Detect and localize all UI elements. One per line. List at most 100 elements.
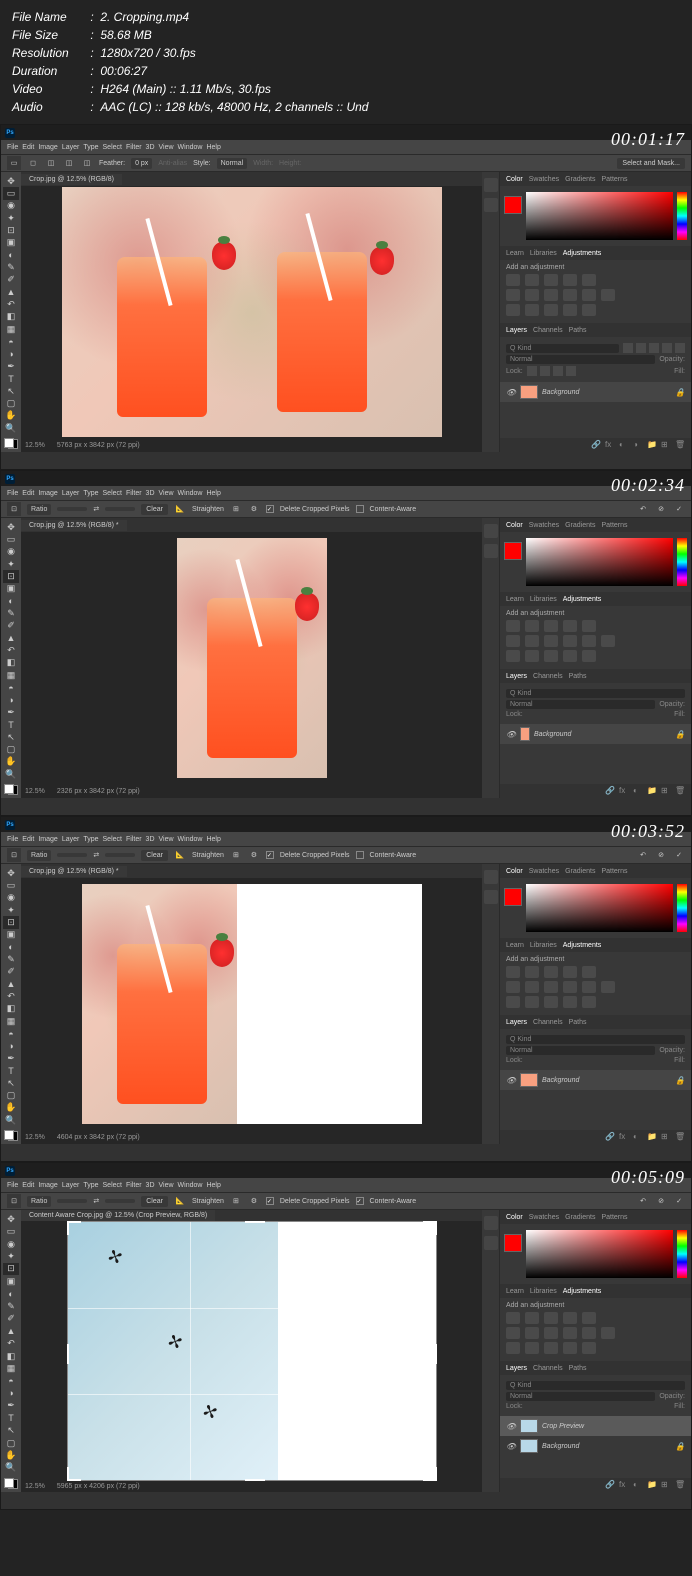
frame-tool-icon[interactable]: ▣: [3, 237, 19, 249]
stamp-tool-icon[interactable]: ▲: [3, 632, 19, 644]
ratio-dropdown[interactable]: Ratio: [27, 850, 51, 861]
menu-type[interactable]: Type: [83, 144, 98, 151]
color-swatch[interactable]: [4, 438, 18, 449]
zoom-level[interactable]: 12.5%: [25, 1483, 45, 1490]
menu-edit[interactable]: Edit: [22, 490, 34, 497]
swap-icon[interactable]: ⇄: [93, 851, 99, 859]
eyedropper-tool-icon[interactable]: ◐: [3, 249, 19, 261]
color-picker[interactable]: [526, 1230, 673, 1278]
width-input[interactable]: [57, 853, 87, 857]
layer-kind-dropdown[interactable]: Q Kind: [506, 344, 619, 353]
delete-cropped-checkbox[interactable]: [266, 851, 274, 859]
wand-tool-icon[interactable]: ✦: [3, 212, 19, 224]
overlay-icon[interactable]: ⊞: [230, 503, 242, 515]
panel-button-icon[interactable]: [484, 544, 498, 558]
menu-edit[interactable]: Edit: [22, 836, 34, 843]
layer-thumbnail-icon[interactable]: [520, 1419, 538, 1433]
straighten-icon[interactable]: 📐: [174, 1195, 186, 1207]
posterize-adjust-icon[interactable]: [525, 304, 539, 316]
fx-icon[interactable]: fx: [605, 440, 615, 450]
layer-thumbnail-icon[interactable]: [520, 385, 538, 399]
path-select-icon[interactable]: ↖: [3, 1424, 19, 1436]
frame-tool-icon[interactable]: ▣: [3, 583, 19, 595]
clear-button[interactable]: Clear: [141, 504, 168, 515]
selection-sub-icon[interactable]: ◫: [63, 157, 75, 169]
menu-window[interactable]: Window: [178, 836, 203, 843]
adjust-icon[interactable]: [506, 650, 520, 662]
lasso-tool-icon[interactable]: ◉: [3, 546, 19, 558]
healing-tool-icon[interactable]: ✎: [3, 953, 19, 965]
shape-tool-icon[interactable]: ▢: [3, 743, 19, 755]
paths-tab[interactable]: Paths: [569, 327, 587, 334]
stamp-tool-icon[interactable]: ▲: [3, 1325, 19, 1337]
zoom-tool-icon[interactable]: 🔍: [3, 1114, 19, 1126]
adjust-icon[interactable]: [563, 1342, 577, 1354]
adjust-icon[interactable]: [525, 1327, 539, 1339]
menu-view[interactable]: View: [159, 836, 174, 843]
swatches-tab[interactable]: Swatches: [529, 868, 559, 875]
gradients-tab[interactable]: Gradients: [565, 1214, 595, 1221]
selection-new-icon[interactable]: ◻: [27, 157, 39, 169]
menu-3d[interactable]: 3D: [146, 1182, 155, 1189]
marquee-tool-icon[interactable]: ▭: [3, 879, 19, 891]
path-select-icon[interactable]: ↖: [3, 1077, 19, 1089]
adjustments-tab[interactable]: Adjustments: [563, 1288, 602, 1295]
menu-type[interactable]: Type: [83, 836, 98, 843]
layer-thumbnail-icon[interactable]: [520, 727, 530, 741]
color-picker[interactable]: [526, 192, 673, 240]
panel-button-icon[interactable]: [484, 1216, 498, 1230]
hand-tool-icon[interactable]: ✋: [3, 1449, 19, 1461]
adjust-icon[interactable]: [525, 635, 539, 647]
history-brush-icon[interactable]: ↶: [3, 990, 19, 1002]
menu-select[interactable]: Select: [103, 1182, 122, 1189]
menu-edit[interactable]: Edit: [22, 1182, 34, 1189]
eraser-tool-icon[interactable]: ◧: [3, 1003, 19, 1015]
adjust-icon[interactable]: [563, 635, 577, 647]
adjustments-tab[interactable]: Adjustments: [563, 942, 602, 949]
color-tab[interactable]: Color: [506, 868, 523, 875]
document-tab[interactable]: Crop.jpg @ 12.5% (RGB/8): [21, 174, 122, 185]
shape-tool-icon[interactable]: ▢: [3, 1437, 19, 1449]
layer-kind-dropdown[interactable]: Q Kind: [506, 1381, 685, 1390]
exposure-adjust-icon[interactable]: [563, 274, 577, 286]
filter-smart-icon[interactable]: [675, 343, 685, 353]
learn-tab[interactable]: Learn: [506, 1288, 524, 1295]
blend-mode-dropdown[interactable]: Normal: [506, 1046, 655, 1055]
straighten-icon[interactable]: 📐: [174, 503, 186, 515]
libraries-tab[interactable]: Libraries: [530, 250, 557, 257]
straighten-icon[interactable]: 📐: [174, 849, 186, 861]
gradients-tab[interactable]: Gradients: [565, 176, 595, 183]
content-aware-checkbox[interactable]: [356, 505, 364, 513]
canvas-viewport[interactable]: [21, 186, 482, 438]
filter-img-icon[interactable]: [623, 343, 633, 353]
hue-slider[interactable]: [677, 1230, 687, 1278]
menu-filter[interactable]: Filter: [126, 490, 142, 497]
menu-file[interactable]: File: [7, 490, 18, 497]
hand-tool-icon[interactable]: ✋: [3, 410, 19, 422]
channels-tab[interactable]: Channels: [533, 673, 563, 680]
canvas-viewport[interactable]: [21, 878, 482, 1130]
adjust-icon[interactable]: [563, 1312, 577, 1324]
delete-layer-icon[interactable]: 🗑: [675, 1132, 685, 1142]
filter-adj-icon[interactable]: [636, 343, 646, 353]
cancel-icon[interactable]: ⊘: [655, 849, 667, 861]
marquee-tool-icon[interactable]: ▭: [7, 156, 21, 170]
move-tool-icon[interactable]: ✥: [3, 175, 19, 187]
lasso-tool-icon[interactable]: ◉: [3, 892, 19, 904]
menu-3d[interactable]: 3D: [146, 490, 155, 497]
crop-tool-icon[interactable]: ⊡: [7, 502, 21, 516]
brush-tool-icon[interactable]: ✐: [3, 1313, 19, 1325]
gradient-tool-icon[interactable]: ▦: [3, 1015, 19, 1027]
mask-icon[interactable]: ◐: [619, 440, 629, 450]
link-layers-icon[interactable]: 🔗: [605, 1480, 615, 1490]
menu-3d[interactable]: 3D: [146, 144, 155, 151]
settings-icon[interactable]: ⚙: [248, 1195, 260, 1207]
panel-button-icon[interactable]: [484, 524, 498, 538]
libraries-tab[interactable]: Libraries: [530, 1288, 557, 1295]
foreground-color-icon[interactable]: [504, 542, 522, 560]
layers-tab[interactable]: Layers: [506, 327, 527, 334]
adjust-icon[interactable]: [563, 966, 577, 978]
menu-view[interactable]: View: [159, 490, 174, 497]
adjust-icon[interactable]: [582, 966, 596, 978]
menu-window[interactable]: Window: [178, 144, 203, 151]
